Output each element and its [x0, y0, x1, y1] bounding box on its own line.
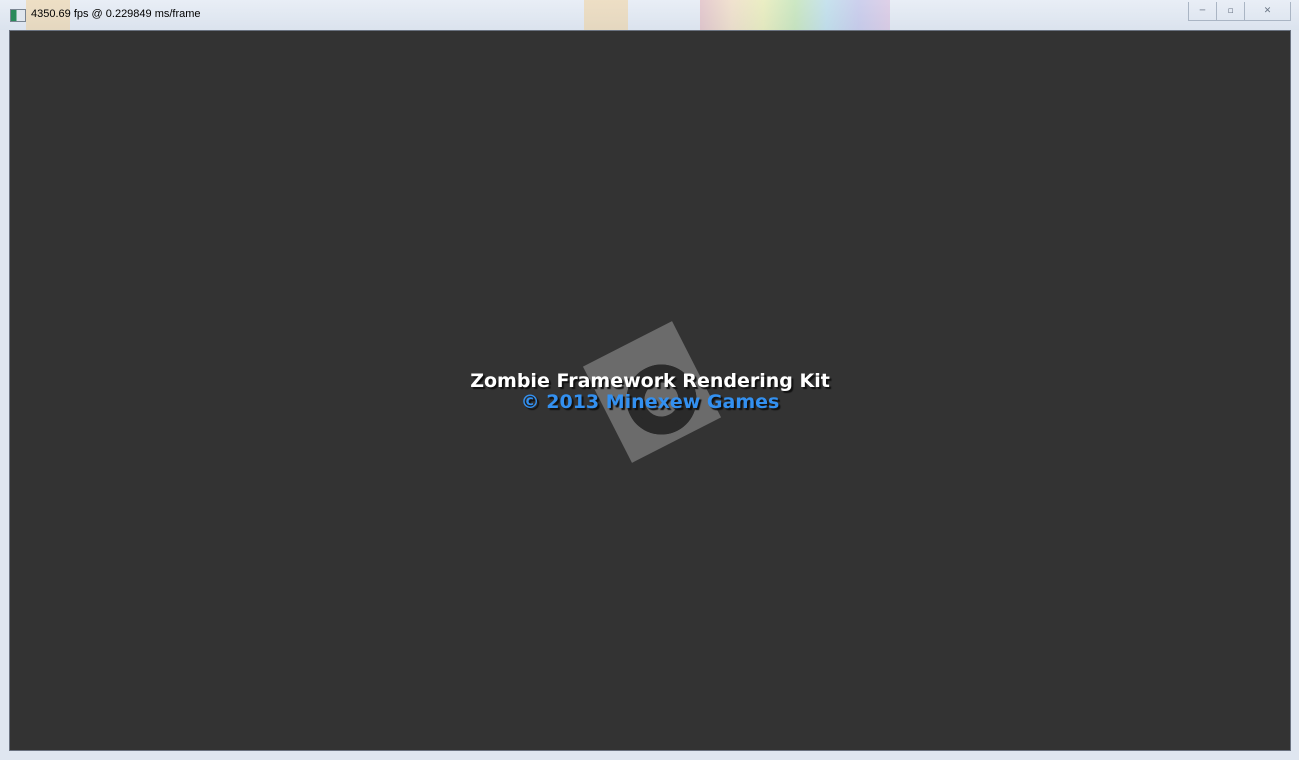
minimize-button[interactable]: ─ [1189, 2, 1216, 20]
window-title: 4350.69 fps @ 0.229849 ms/frame [31, 8, 201, 20]
window-controls: ─ ▫ ✕ [1188, 2, 1291, 21]
close-button[interactable]: ✕ [1244, 2, 1290, 20]
maximize-button[interactable]: ▫ [1216, 2, 1244, 20]
splash-title: Zombie Framework Rendering Kit [470, 370, 830, 392]
app-window-icon[interactable] [10, 9, 26, 22]
splash-copyright: © 2013 Minexew Games [520, 391, 780, 413]
background-blur [700, 0, 890, 30]
title-bar[interactable]: 4350.69 fps @ 0.229849 ms/frame ─ ▫ ✕ [0, 0, 1299, 30]
background-blur [584, 0, 628, 30]
render-viewport[interactable]: Zombie Framework Rendering Kit © 2013 Mi… [9, 30, 1291, 751]
